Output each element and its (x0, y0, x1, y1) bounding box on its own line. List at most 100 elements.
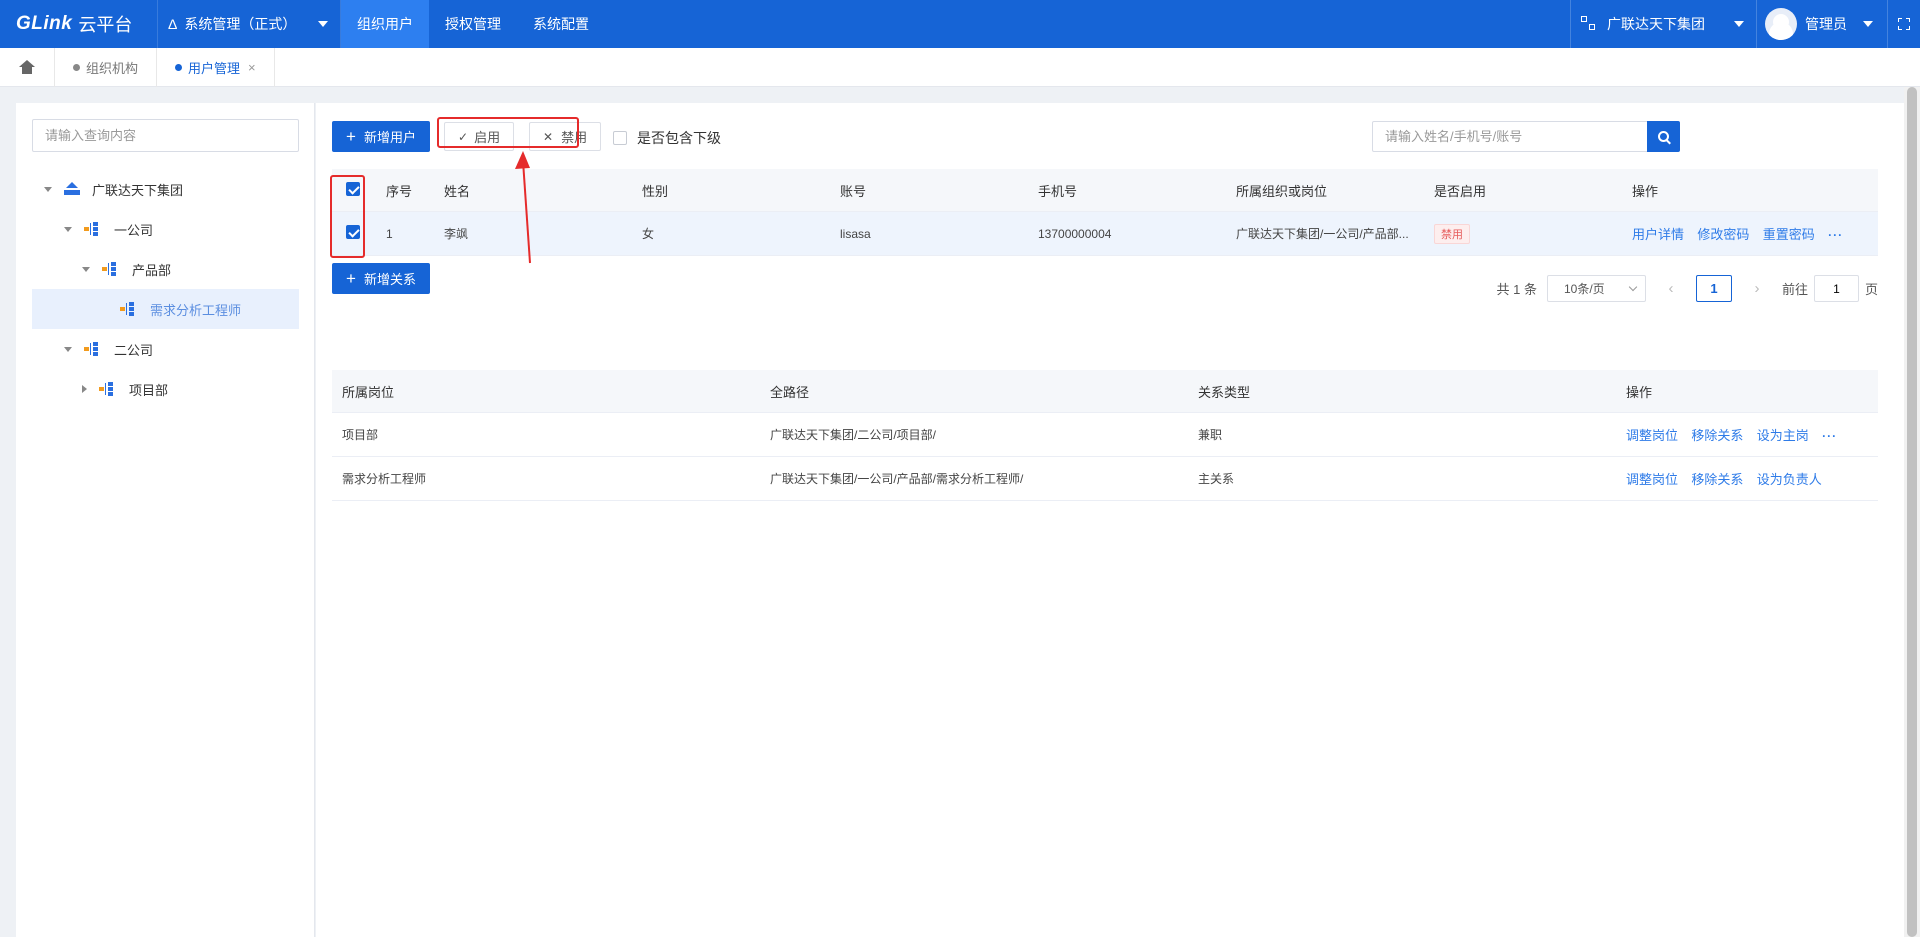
page-size-select[interactable]: 10条/页 (1546, 275, 1646, 302)
department-icon (84, 342, 100, 356)
caret-right-icon[interactable] (82, 385, 87, 393)
set-main-post-link[interactable]: 设为主岗 (1757, 428, 1809, 443)
user-detail-link[interactable]: 用户详情 (1632, 227, 1684, 242)
page-tab-bar: 组织机构 用户管理 × (0, 47, 1920, 87)
org-tree: 广联达天下集团 一公司 产品部 需求分析工程师 二公司 项目部 (32, 169, 299, 409)
change-password-link[interactable]: 修改密码 (1697, 227, 1749, 242)
nav-tab-auth[interactable]: 授权管理 (429, 0, 517, 48)
remove-relation-link[interactable]: 移除关系 (1691, 428, 1743, 443)
cell-post: 项目部 (342, 428, 379, 442)
user-table-header: 序号 姓名 性别 账号 手机号 所属组织或岗位 是否启用 操作 (332, 169, 1878, 212)
header-index: 序号 (386, 183, 413, 199)
org-switch-label: 广联达天下集团 (1607, 16, 1705, 32)
cell-actions: 用户详情 修改密码 重置密码 ··· (1622, 224, 1878, 243)
include-sub-label: 是否包含下级 (637, 130, 721, 146)
more-icon[interactable]: ··· (1828, 228, 1843, 242)
tree-node-group[interactable]: 广联达天下集团 (32, 169, 299, 209)
add-user-label: 新增用户 (363, 130, 416, 145)
tab-org-structure[interactable]: 组织机构 (55, 47, 158, 87)
user-menu[interactable]: 管理员 (1757, 0, 1888, 48)
department-icon (84, 222, 100, 236)
relation-table: 所属岗位 全路径 关系类型 操作 项目部 广联达天下集团/二公司/项目部/ 兼职… (332, 370, 1878, 501)
department-icon (99, 382, 115, 396)
tree-node-product-dept[interactable]: 产品部 (32, 249, 299, 289)
tree-node-label: 需求分析工程师 (150, 302, 242, 318)
system-switcher[interactable]: Δ 系统管理（正式） (158, 0, 341, 48)
search-button[interactable] (1647, 121, 1680, 152)
caret-down-icon[interactable] (64, 346, 72, 352)
tree-node-company-1[interactable]: 一公司 (32, 209, 299, 249)
include-sub-checkbox[interactable]: 是否包含下级 (613, 128, 721, 148)
more-icon[interactable]: ··· (1822, 429, 1837, 443)
cell-org: 广联达天下集团/一公司/产品部... (1236, 227, 1409, 241)
prev-page-button[interactable]: ‹ (1654, 280, 1688, 297)
close-icon[interactable]: × (248, 60, 256, 75)
next-page-button[interactable]: › (1740, 280, 1774, 297)
cell-path: 广联达天下集团/一公司/产品部/需求分析工程师/ (770, 472, 1024, 486)
user-table: 序号 姓名 性别 账号 手机号 所属组织或岗位 是否启用 操作 1 李飒 女 l… (332, 169, 1878, 256)
reset-password-link[interactable]: 重置密码 (1763, 227, 1815, 242)
header-phone: 手机号 (1038, 183, 1078, 199)
nav-tab-org-users[interactable]: 组织用户 (341, 0, 429, 48)
caret-down-icon[interactable] (82, 266, 90, 272)
nav-tab-config[interactable]: 系统配置 (517, 0, 605, 48)
department-icon (120, 302, 136, 316)
tree-node-label: 项目部 (129, 382, 169, 398)
add-user-button[interactable]: + 新增用户 (332, 121, 430, 152)
system-icon: Δ (168, 16, 178, 32)
fullscreen-button[interactable] (1888, 0, 1920, 48)
cell-index: 1 (386, 226, 393, 241)
goto-page-input[interactable] (1813, 275, 1859, 302)
page-number[interactable]: 1 (1695, 275, 1732, 302)
user-search-input[interactable] (1372, 121, 1648, 152)
checkbox-icon[interactable] (613, 131, 627, 145)
page-unit-label: 页 (1864, 282, 1878, 297)
tree-node-label: 一公司 (114, 222, 154, 238)
header-post: 所属岗位 (342, 384, 395, 400)
table-row[interactable]: 项目部 广联达天下集团/二公司/项目部/ 兼职 调整岗位 移除关系 设为主岗 ·… (332, 413, 1878, 457)
cell-name: 李飒 (444, 227, 469, 241)
plus-icon: + (346, 127, 356, 146)
add-relation-label: 新增关系 (363, 272, 416, 287)
set-leader-link[interactable]: 设为负责人 (1757, 472, 1822, 487)
caret-down-icon (318, 21, 328, 27)
org-switcher[interactable]: 广联达天下集团 (1570, 0, 1757, 48)
app-logo[interactable]: GLink 云平台 (0, 0, 158, 48)
remove-relation-link[interactable]: 移除关系 (1691, 472, 1743, 487)
tree-node-analyst[interactable]: 需求分析工程师 (32, 289, 299, 329)
header-org: 所属组织或岗位 (1236, 183, 1328, 199)
page-scrollbar[interactable] (1904, 87, 1920, 937)
caret-down-icon (1863, 21, 1873, 27)
tab-dot (175, 63, 183, 71)
tab-user-management[interactable]: 用户管理 × (157, 47, 275, 87)
department-icon (102, 262, 118, 276)
caret-down-icon[interactable] (44, 186, 52, 192)
table-row[interactable]: 1 李飒 女 lisasa 13700000004 广联达天下集团/一公司/产品… (332, 212, 1878, 256)
cell-relation-type: 主关系 (1198, 472, 1235, 486)
cell-actions: 调整岗位 移除关系 设为负责人 (1616, 469, 1878, 488)
header-enabled: 是否启用 (1434, 183, 1487, 199)
cell-actions: 调整岗位 移除关系 设为主岗 ··· (1616, 425, 1878, 444)
header-account: 账号 (840, 183, 867, 199)
adjust-post-link[interactable]: 调整岗位 (1626, 428, 1678, 443)
tab-label: 组织机构 (86, 60, 139, 76)
scrollbar-thumb[interactable] (1907, 87, 1917, 937)
caret-down-icon[interactable] (64, 226, 72, 232)
header-relation-type: 关系类型 (1198, 384, 1251, 400)
plus-icon: + (346, 269, 356, 288)
tree-search-input[interactable] (32, 119, 299, 152)
adjust-post-link[interactable]: 调整岗位 (1626, 472, 1678, 487)
add-relation-button[interactable]: + 新增关系 (332, 263, 430, 294)
org-tree-panel: 广联达天下集团 一公司 产品部 需求分析工程师 二公司 项目部 (16, 103, 315, 937)
tree-node-project-dept[interactable]: 项目部 (32, 369, 299, 409)
header-name: 姓名 (444, 183, 471, 199)
pagination: 共 1 条 10条/页 ‹ 1 › 前往 页 (1497, 275, 1878, 302)
table-row[interactable]: 需求分析工程师 广联达天下集团/一公司/产品部/需求分析工程师/ 主关系 调整岗… (332, 457, 1878, 501)
caret-down-icon (1734, 21, 1744, 27)
cell-gender: 女 (642, 227, 655, 241)
tree-node-label: 产品部 (132, 262, 172, 278)
home-button[interactable] (0, 47, 55, 87)
tree-node-company-2[interactable]: 二公司 (32, 329, 299, 369)
chevron-down-icon (1628, 282, 1638, 292)
tree-node-label: 二公司 (114, 342, 154, 358)
